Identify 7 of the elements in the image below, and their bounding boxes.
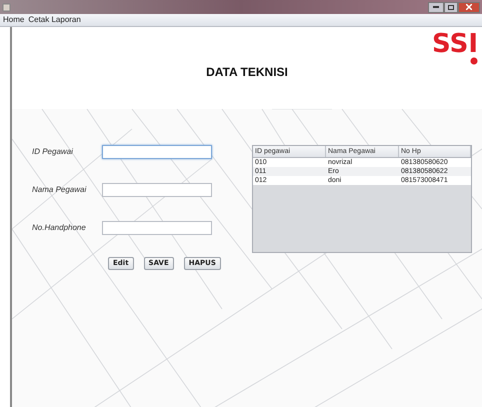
menu-item[interactable]: Cetak Laporan: [28, 16, 81, 24]
field-label: ID Pegawai: [32, 146, 74, 158]
page-title: DATA TEKNISI: [206, 64, 288, 81]
field-label: Nama Pegawai: [32, 184, 88, 196]
field-label: No.Handphone: [32, 222, 87, 234]
logo-text: SSI: [432, 31, 478, 57]
menu-item[interactable]: Home: [3, 16, 24, 24]
